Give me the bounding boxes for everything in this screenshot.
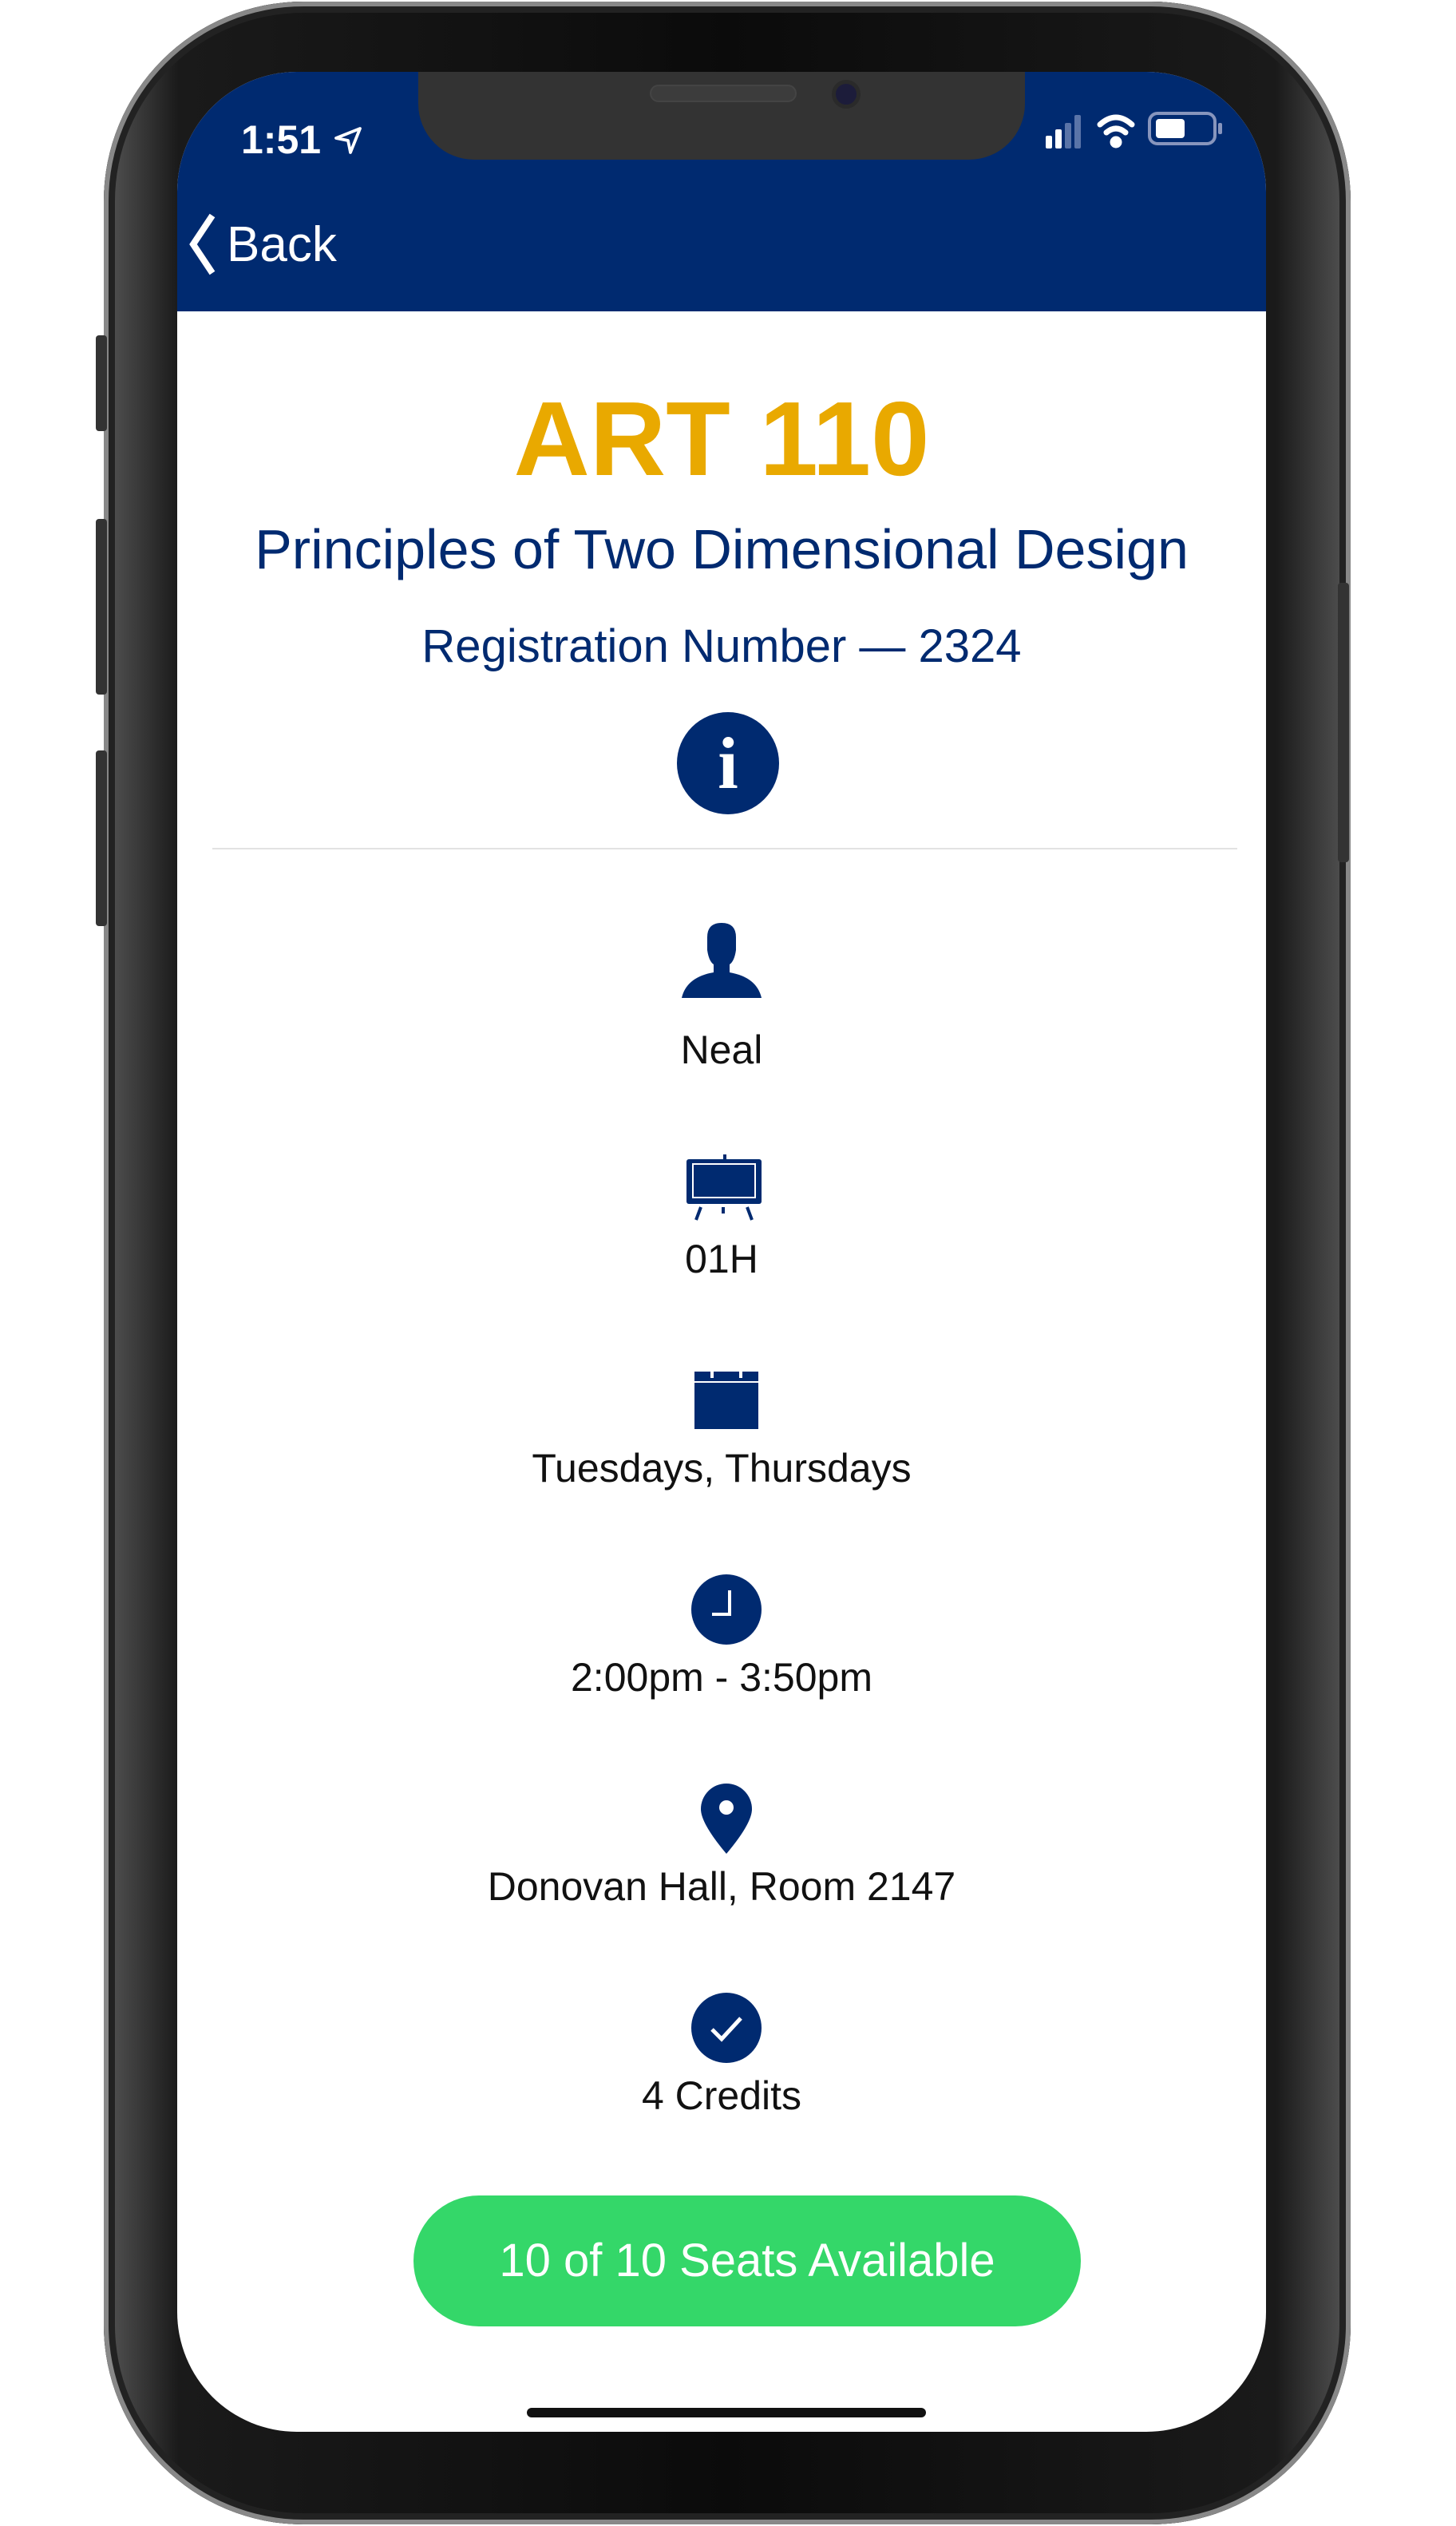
clock-icon [691,1574,762,1645]
classroom-board-icon [686,1154,762,1221]
divider [212,848,1237,849]
info-icon: i [718,723,738,804]
volume-up-button [96,519,107,695]
location-arrow-icon [334,127,362,154]
mute-switch [96,335,107,431]
meeting-time: 2:00pm - 3:50pm [571,1655,872,1700]
speaker [650,85,797,102]
volume-down-button [96,750,107,926]
instructor-name: Neal [680,1027,763,1072]
info-button[interactable]: i [677,712,779,814]
battery-icon [1148,112,1222,145]
power-button [1338,583,1349,862]
meeting-days: Tuesdays, Thursdays [532,1446,912,1491]
calendar-icon [694,1367,758,1429]
check-circle-icon [691,1993,762,2063]
course-title: Principles of Two Dimensional Design [255,518,1189,580]
credits: 4 Credits [641,2073,802,2118]
person-icon [682,923,762,998]
location: Donovan Hall, Room 2147 [487,1864,956,1909]
signal-icon [1046,115,1081,148]
map-pin-icon [701,1784,752,1854]
nav-bar: 1:51 Back [177,72,1266,311]
camera [832,80,861,109]
seats-available-button[interactable]: 10 of 10 Seats Available [413,2195,1081,2326]
home-indicator[interactable] [527,2408,926,2417]
status-icons [1046,112,1222,148]
registration-number: Registration Number — 2324 [421,620,1022,672]
chevron-left-icon [189,213,216,275]
status-time: 1:51 [241,117,322,162]
back-button[interactable]: Back [188,212,337,276]
wifi-icon [1097,114,1135,148]
back-label: Back [227,216,337,272]
section-number: 01H [685,1237,758,1281]
screen: 1:51 Back ART 110 Principles of Two Dime… [177,72,1266,2432]
course-code: ART 110 [513,380,930,497]
notch [418,72,1025,160]
